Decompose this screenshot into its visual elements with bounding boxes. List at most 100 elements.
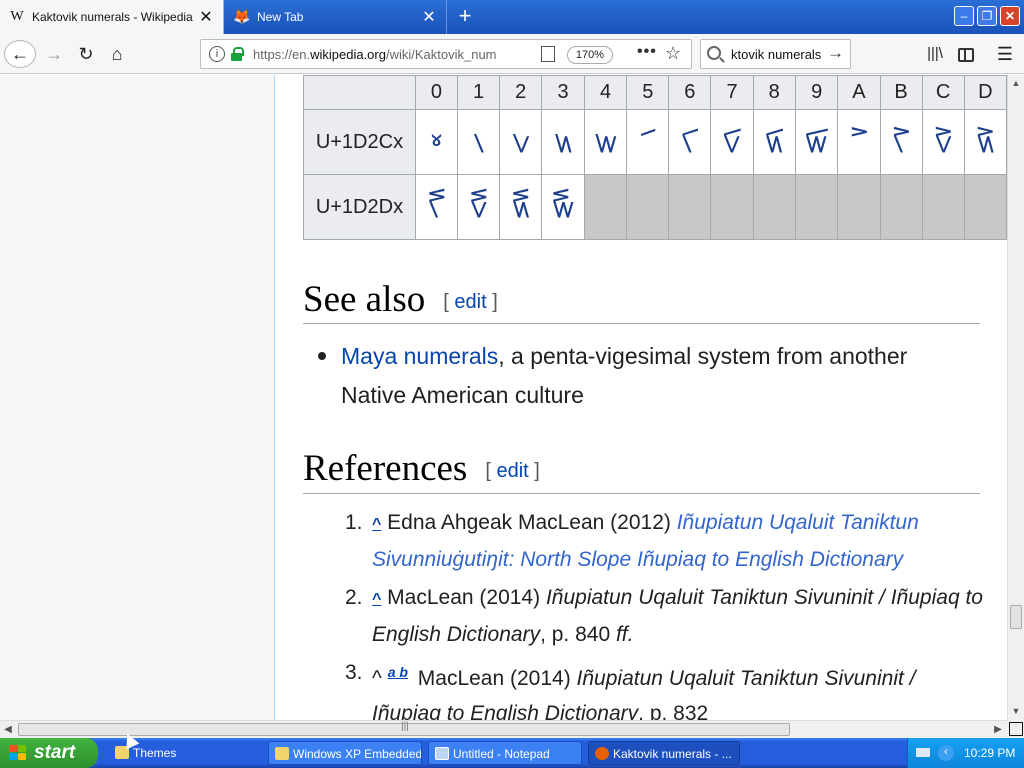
empty-cell (668, 174, 712, 240)
row-label: U+1D2Dx (303, 174, 416, 240)
glyph-cell[interactable]: 𝋉 (794, 109, 839, 175)
header-cell: 8 (752, 75, 796, 110)
glyph-cell[interactable]: 𝋁 (456, 109, 501, 175)
forward-arrow-icon[interactable]: → (42, 40, 66, 68)
clock[interactable]: 10:29 PM (964, 746, 1015, 760)
header-cell: D (963, 75, 1007, 110)
header-cell: B (879, 75, 923, 110)
scroll-up-arrow-icon[interactable]: ▲ (1008, 75, 1024, 91)
table-row: U+1D2Dx 𝋐 𝋑 𝋒 𝋓 (303, 174, 1007, 240)
glyph-cell[interactable]: 𝋀 (414, 109, 458, 175)
info-icon[interactable]: i (209, 46, 225, 62)
header-cell: 4 (583, 75, 628, 110)
backlink-caret[interactable]: ^ (372, 516, 381, 533)
tab-strip: W Kaktovik numerals - Wikipedia ✕ 🦊 New … (0, 0, 1024, 34)
see-also-edit-section: [ edit ] (443, 291, 498, 313)
glyph-cell[interactable]: 𝋊 (837, 109, 881, 175)
glyph-cell[interactable]: 𝋌 (921, 109, 965, 175)
references-edit-section: [ edit ] (485, 460, 540, 482)
backlink-caret[interactable]: ^ (372, 591, 381, 608)
horizontal-scrollbar[interactable]: ◀ ||| ▶ (0, 720, 1007, 738)
close-tab-icon[interactable]: ✕ (195, 7, 217, 27)
glyph-cell[interactable]: 𝋍 (963, 109, 1007, 175)
scroll-right-arrow-icon[interactable]: ▶ (990, 722, 1006, 738)
reload-icon[interactable]: ↻ (74, 40, 98, 68)
window-close-button[interactable]: ✕ (1000, 6, 1020, 26)
glyph-cell[interactable]: 𝋃 (541, 109, 585, 175)
hamburger-menu-icon[interactable]: ☰ (994, 40, 1016, 68)
empty-cell (794, 174, 839, 240)
windows-logo-icon (9, 745, 27, 761)
empty-cell (879, 174, 923, 240)
empty-cell (626, 174, 670, 240)
empty-cell (963, 174, 1007, 240)
search-input[interactable]: ktovik numerals (731, 47, 825, 62)
edit-link[interactable]: edit (454, 291, 486, 313)
tab-label: Kaktovik numerals - Wikipedia (32, 10, 193, 24)
empty-cell (837, 174, 881, 240)
header-cell: 9 (794, 75, 839, 110)
glyph-cell[interactable]: 𝋓 (541, 174, 585, 240)
left-sidebar-panel (0, 75, 275, 720)
close-tab-icon[interactable]: ✕ (418, 7, 440, 27)
scroll-down-arrow-icon[interactable]: ▼ (1008, 703, 1024, 719)
backlink-letters[interactable]: a b (388, 664, 408, 680)
page-actions-icon[interactable]: ••• (637, 43, 657, 61)
header-cell: 1 (456, 75, 501, 110)
start-button[interactable]: start (0, 738, 98, 768)
url-bar[interactable]: i https://en.wikipedia.org/wiki/Kaktovik… (200, 39, 692, 69)
glyph-cell[interactable]: 𝋆 (668, 109, 712, 175)
edit-link[interactable]: edit (496, 460, 528, 482)
glyph-cell[interactable]: 𝋋 (879, 109, 923, 175)
scrollbar-corner (1007, 720, 1024, 738)
scroll-left-arrow-icon[interactable]: ◀ (0, 722, 16, 738)
library-icon[interactable]: |||\ (924, 40, 946, 68)
row-label: U+1D2Cx (303, 109, 416, 175)
search-go-arrow-icon[interactable]: → (827, 43, 844, 63)
header-cell: 5 (626, 75, 670, 110)
glyph-cell[interactable]: 𝋅 (626, 109, 670, 175)
tab-kaktovik[interactable]: W Kaktovik numerals - Wikipedia ✕ (0, 0, 224, 34)
reference-item: 1. ^ Edna Ahgeak MacLean (2012) Iñupiatu… (345, 511, 919, 571)
reference-item: 3. ^ a b MacLean (2014) Iñupiatun Uqalui… (345, 655, 985, 720)
glyph-cell[interactable]: 𝋄 (583, 109, 628, 175)
glyph-cell[interactable]: 𝋈 (752, 109, 796, 175)
glyph-cell[interactable]: 𝋇 (710, 109, 754, 175)
minimize-button[interactable]: – (954, 6, 974, 26)
vertical-scrollbar[interactable]: ▲ ▼ (1007, 75, 1024, 720)
header-cell: A (837, 75, 881, 110)
tab-new-tab[interactable]: 🦊 New Tab ✕ (225, 0, 447, 34)
empty-cell (752, 174, 796, 240)
glyph-cell[interactable]: 𝋐 (414, 174, 458, 240)
restore-button[interactable]: ❐ (977, 6, 997, 26)
bookmark-star-icon[interactable]: ☆ (665, 43, 681, 64)
table-corner-cell (303, 75, 416, 110)
keyboard-icon[interactable] (916, 748, 930, 757)
unicode-block-table: 0 1 2 3 4 5 6 7 8 9 A B C D U+1D2Cx 𝋀 𝋁 … (303, 75, 1007, 240)
search-bar[interactable]: ktovik numerals → (700, 39, 851, 69)
empty-cell (710, 174, 754, 240)
glyph-cell[interactable]: 𝋒 (499, 174, 543, 240)
zoom-level-badge[interactable]: 170% (567, 46, 613, 64)
taskbar-item-xp-embedded[interactable]: Windows XP Embedded (268, 741, 422, 765)
new-tab-plus-icon[interactable]: + (452, 4, 478, 30)
glyph-cell[interactable]: 𝋑 (456, 174, 501, 240)
home-icon[interactable]: ⌂ (105, 40, 129, 68)
folder-icon (275, 747, 289, 760)
glyph-cell[interactable]: 𝋂 (499, 109, 543, 175)
sidebar-toggle-icon[interactable] (955, 40, 977, 68)
maya-numerals-link[interactable]: Maya numerals (341, 343, 498, 369)
header-cell: 6 (668, 75, 712, 110)
taskbar: start Themes Windows XP Embedded Untitle… (0, 738, 1024, 768)
back-arrow-icon[interactable]: ← (4, 40, 36, 68)
reader-view-icon[interactable] (541, 46, 555, 62)
url-text[interactable]: https://en.wikipedia.org/wiki/Kaktovik_n… (253, 47, 535, 62)
heading-divider (303, 493, 980, 494)
see-also-list: Maya numerals, a penta-vigesimal system … (318, 337, 978, 415)
header-cell: 0 (414, 75, 458, 110)
show-hidden-icons-chevron-icon[interactable]: ‹ (938, 745, 954, 761)
taskbar-item-firefox[interactable]: Kaktovik numerals - ... (588, 741, 740, 765)
header-cell: 2 (499, 75, 543, 110)
taskbar-item-notepad[interactable]: Untitled - Notepad (428, 741, 582, 765)
vertical-scroll-thumb[interactable] (1010, 605, 1022, 629)
